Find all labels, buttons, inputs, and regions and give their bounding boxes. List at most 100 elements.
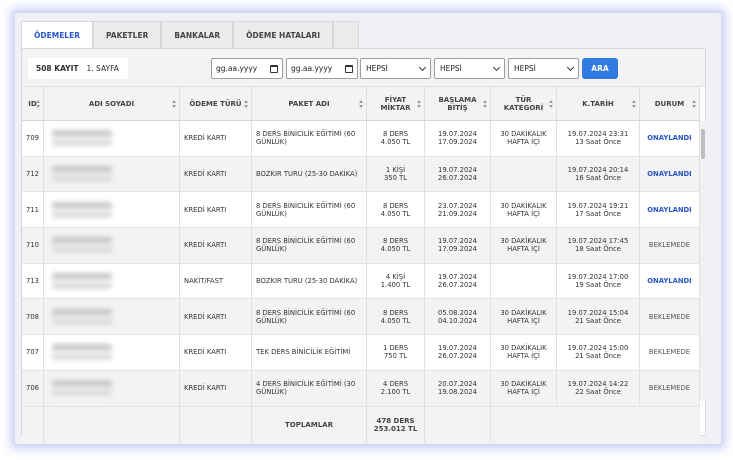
row-name-redacted (44, 370, 180, 406)
page-label: 1. SAYFA (86, 64, 119, 73)
col-status[interactable]: DURUM (640, 87, 700, 120)
sort-icon (244, 100, 248, 108)
col-package[interactable]: PAKET ADI (252, 87, 367, 120)
row-name-redacted (44, 192, 180, 228)
sort-icon (172, 100, 176, 108)
filter-toolbar: 508 KAYIT 1. SAYFA gg.aa.yyyy gg.aa.yyyy… (22, 49, 705, 87)
table-row[interactable]: 713 NAKİT/FAST BOZKIR TURU (25-30 DAKİKA) 4… (22, 263, 700, 300)
filter-select-3-value: HEPSİ (514, 64, 536, 73)
payments-panel: 508 KAYIT 1. SAYFA gg.aa.yyyy gg.aa.yyyy… (21, 48, 706, 443)
calendar-icon[interactable] (345, 64, 353, 73)
redacted-name (52, 380, 112, 397)
sort-icon (359, 100, 363, 108)
row-ktarih: 19.07.2024 15:04 21 Saat Önce (557, 299, 640, 335)
row-amount: 1 DERS 750 TL (367, 335, 425, 370)
col-fee[interactable]: FİYAT MİKTAR (367, 87, 425, 120)
row-dates: 19.07.2024 26.07.2024 (425, 156, 491, 192)
row-payment-type: KREDİ KARTI (180, 299, 252, 335)
tab-paketler[interactable]: PAKETLER (93, 21, 162, 48)
row-id: 712 (22, 156, 44, 192)
totals-label: TOPLAMLAR (252, 406, 367, 443)
table-row[interactable]: 711 KREDİ KARTI 8 DERS BİNİCİLİK EĞİTİMİ (… (22, 192, 700, 229)
filter-select-2[interactable]: HEPSİ (434, 58, 505, 79)
redacted-name (52, 201, 112, 218)
row-category: 30 DAKİKALIK HAFTA İÇİ (491, 335, 557, 370)
status-badge[interactable]: BEKLEMEDE (640, 299, 700, 335)
row-id: 708 (22, 299, 44, 335)
row-package: BOZKIR TURU (25-30 DAKİKA) (252, 156, 367, 192)
row-dates: 19.07.2024 17.09.2024 (425, 228, 491, 263)
col-dates[interactable]: BAŞLAMA BİTİŞ (425, 87, 491, 120)
calendar-icon[interactable] (270, 64, 278, 73)
row-payment-type: KREDİ KARTI (180, 228, 252, 263)
row-id: 706 (22, 370, 44, 406)
status-badge[interactable]: ONAYLANDI (640, 263, 700, 299)
start-date-input[interactable]: gg.aa.yyyy (211, 58, 283, 79)
row-dates: 05.08.2024 04.10.2024 (425, 299, 491, 335)
redacted-name (52, 344, 112, 361)
status-badge[interactable]: ONAYLANDI (640, 121, 700, 156)
row-id: 711 (22, 192, 44, 228)
row-package: 8 DERS BİNİCİLİK EĞİTİMİ (60 GÜNLÜK) (252, 228, 367, 263)
table-footer: TOPLAMLAR 478 DERS 253.012 TL (22, 406, 700, 443)
row-package: 8 DERS BİNİCİLİK EĞİTİMİ (60 GÜNLÜK) (252, 121, 367, 156)
row-category (491, 156, 557, 192)
col-category[interactable]: TÜR KATEGORİ (491, 87, 557, 120)
status-badge[interactable]: BEKLEMEDE (640, 335, 700, 370)
row-package: BOZKIR TURU (25-30 DAKİKA) (252, 263, 367, 299)
row-category: 30 DAKİKALIK HAFTA İÇİ (491, 370, 557, 406)
row-amount: 8 DERS 4.050 TL (367, 299, 425, 335)
totals-values: 478 DERS 253.012 TL (367, 406, 425, 443)
row-amount: 8 DERS 4.050 TL (367, 192, 425, 228)
tab-odeme-hatalari[interactable]: ÖDEME HATALARI (233, 21, 334, 48)
scrollbar-thumb[interactable] (701, 129, 705, 159)
search-button[interactable]: ARA (582, 58, 618, 79)
status-badge[interactable]: BEKLEMEDE (640, 228, 700, 263)
status-badge[interactable]: ONAYLANDI (640, 156, 700, 192)
redacted-name (52, 237, 112, 254)
filter-select-1-value: HEPSİ (366, 64, 388, 73)
table-scrollbar[interactable] (700, 121, 706, 401)
table-row[interactable]: 708 KREDİ KARTI 8 DERS BİNİCİLİK EĞİTİMİ (… (22, 299, 700, 336)
filter-select-2-value: HEPSİ (440, 64, 462, 73)
table-row[interactable]: 710 KREDİ KARTI 8 DERS BİNİCİLİK EĞİTİMİ (… (22, 228, 700, 264)
row-payment-type: KREDİ KARTI (180, 370, 252, 406)
row-name-redacted (44, 121, 180, 156)
redacted-name (52, 273, 112, 290)
row-amount: 8 DERS 4.050 TL (367, 228, 425, 263)
table-row[interactable]: 709 KREDİ KARTI 8 DERS BİNİCİLİK EĞİTİMİ (… (22, 121, 700, 157)
row-package: TEK DERS BİNİCİLİK EĞİTİMİ (252, 335, 367, 370)
row-name-redacted (44, 228, 180, 263)
status-badge[interactable]: BEKLEMEDE (640, 370, 700, 406)
row-ktarih: 19.07.2024 23:31 13 Saat Önce (557, 121, 640, 156)
row-category: 30 DAKİKALIK HAFTA İÇİ (491, 121, 557, 156)
row-ktarih: 19.07.2024 20:14 16 Saat Önce (557, 156, 640, 192)
row-amount: 8 DERS 4.050 TL (367, 121, 425, 156)
row-id: 707 (22, 335, 44, 370)
table-header: ID ADI SOYADI ÖDEME TÜRÜ PAKET ADI FİYAT… (22, 87, 700, 121)
filter-select-1[interactable]: HEPSİ (360, 58, 431, 79)
row-amount: 1 KİŞİ 350 TL (367, 156, 425, 192)
tab-bankalar[interactable]: BANKALAR (161, 21, 234, 48)
redacted-name (52, 166, 112, 183)
col-ktarih[interactable]: K.TARİH (557, 87, 640, 120)
record-count: 508 KAYIT 1. SAYFA (28, 58, 128, 79)
table-row[interactable]: 712 KREDİ KARTI BOZKIR TURU (25-30 DAKİKA)… (22, 156, 700, 193)
table-row[interactable]: 706 KREDİ KARTI 4 DERS BİNİCİLİK EĞİTİMİ (… (22, 370, 700, 407)
col-type[interactable]: ÖDEME TÜRÜ (180, 87, 252, 120)
table-row[interactable]: 707 KREDİ KARTI TEK DERS BİNİCİLİK EĞİTİMİ… (22, 335, 700, 371)
status-badge[interactable]: ONAYLANDI (640, 192, 700, 228)
sort-icon (632, 100, 636, 108)
col-name[interactable]: ADI SOYADI (44, 87, 180, 120)
col-id[interactable]: ID (22, 87, 44, 120)
start-date-value: gg.aa.yyyy (216, 64, 258, 73)
end-date-input[interactable]: gg.aa.yyyy (286, 58, 358, 79)
record-count-label: 508 KAYIT (36, 64, 79, 73)
row-name-redacted (44, 156, 180, 192)
filter-select-3[interactable]: HEPSİ (508, 58, 579, 79)
row-category: 30 DAKİKALIK HAFTA İÇİ (491, 192, 557, 228)
sort-icon (692, 100, 696, 108)
payments-table: ID ADI SOYADI ÖDEME TÜRÜ PAKET ADI FİYAT… (22, 87, 700, 443)
row-amount: 4 DERS 2.100 TL (367, 370, 425, 406)
tab-odemeler[interactable]: ÖDEMELER (21, 21, 93, 48)
